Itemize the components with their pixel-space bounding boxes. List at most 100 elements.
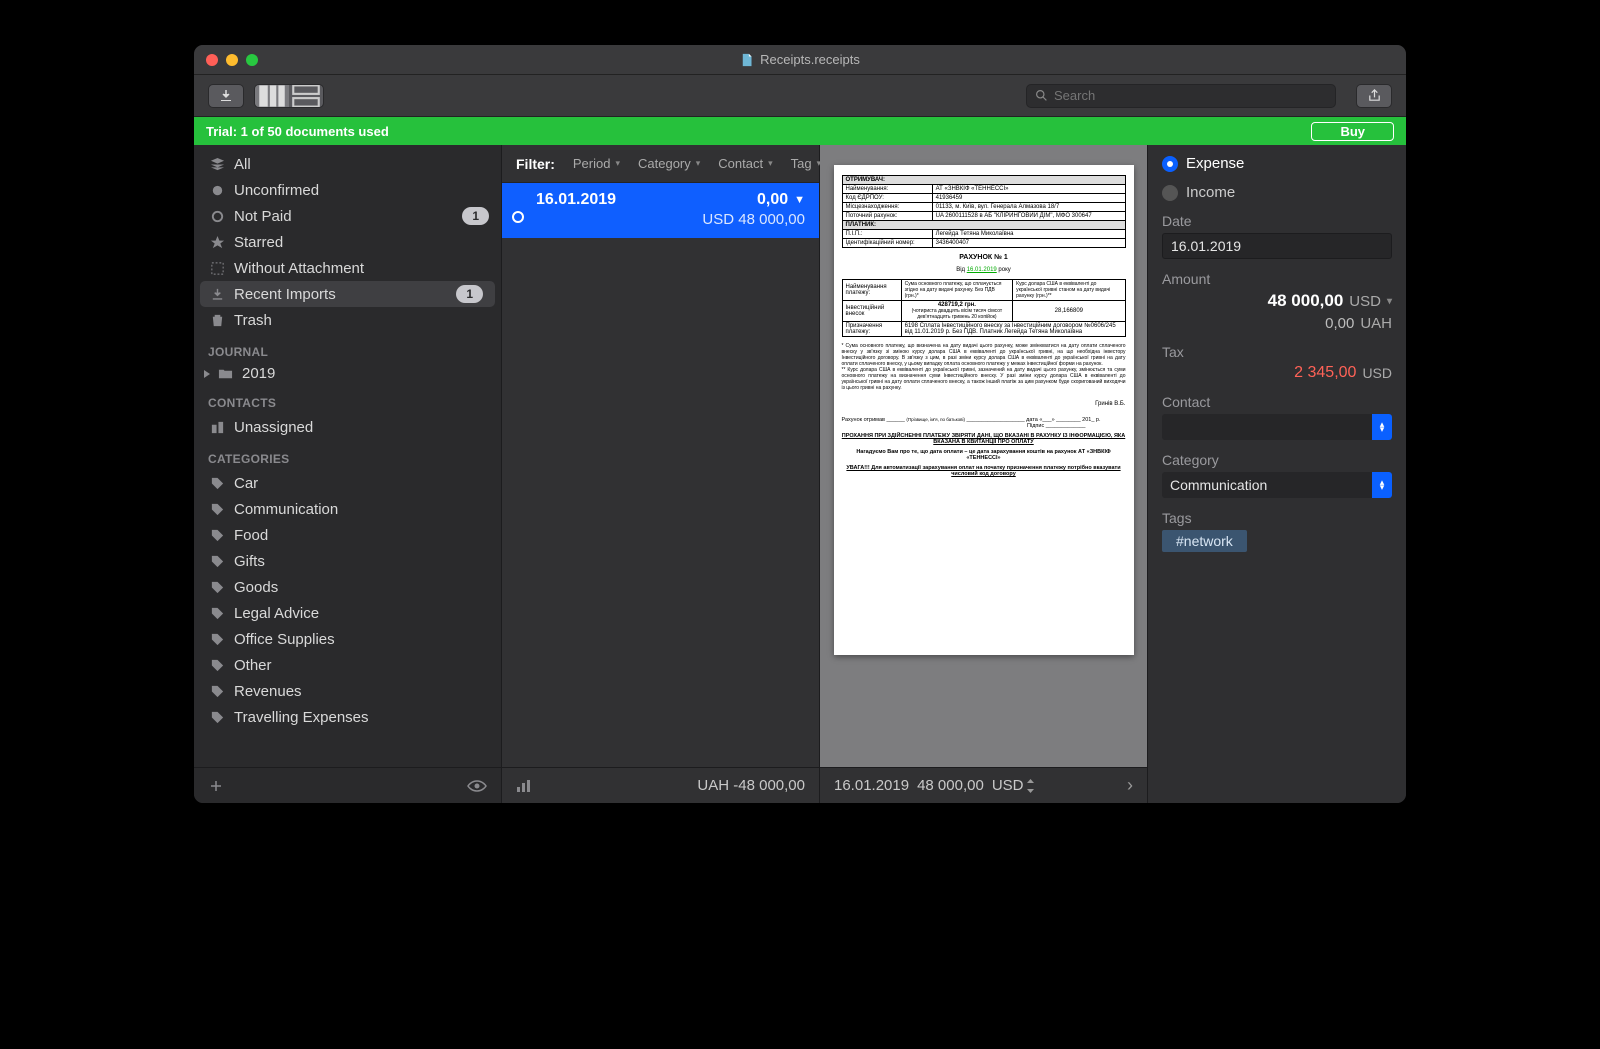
radio-checked-icon: [1162, 156, 1178, 172]
tags-label: Tags: [1162, 510, 1392, 526]
select-arrows-icon: ▴▾: [1372, 414, 1392, 440]
trial-banner: Trial: 1 of 50 documents used Buy: [194, 117, 1406, 145]
circle-dot-icon: [210, 183, 225, 198]
circle-o-icon: [210, 209, 225, 224]
folder-icon: [218, 366, 233, 381]
preview-date: 16.01.2019: [834, 777, 909, 794]
category-select[interactable]: Communication▴▾: [1162, 472, 1392, 498]
unconfirmed-indicator-icon: [512, 211, 524, 223]
tag-icon: [210, 554, 225, 569]
sidebar-category-office-supplies[interactable]: Office Supplies: [194, 626, 501, 652]
receipt-amount: 0,00: [757, 191, 788, 209]
tag-icon: [210, 632, 225, 647]
sidebar-category-communication[interactable]: Communication: [194, 496, 501, 522]
sidebar-category-travelling-expenses[interactable]: Travelling Expenses: [194, 704, 501, 730]
close-window-button[interactable]: [206, 54, 218, 66]
filter-tag[interactable]: Tag: [791, 156, 822, 171]
sidebar-category-revenues[interactable]: Revenues: [194, 678, 501, 704]
sidebar-item-starred[interactable]: Starred: [194, 229, 501, 255]
preview-column: ОТРИМУВАЧ: Найменування:АТ «ЗНВКІФ «ТЕНН…: [820, 145, 1148, 803]
type-expense-radio[interactable]: Expense: [1162, 155, 1392, 172]
search-icon: [1035, 89, 1048, 102]
sidebar-item-trash[interactable]: Trash: [194, 307, 501, 333]
date-field[interactable]: 16.01.2019: [1162, 233, 1392, 259]
radio-unchecked-icon: [1162, 185, 1178, 201]
sidebar-category-car[interactable]: Car: [194, 470, 501, 496]
amount-secondary[interactable]: 0,00UAH: [1162, 315, 1392, 332]
sidebar-footer: [194, 767, 501, 803]
category-label: Category: [1162, 452, 1392, 468]
sidebar-category-goods[interactable]: Goods: [194, 574, 501, 600]
filter-bar: Filter: Period Category Contact Tag Feat…: [502, 145, 819, 183]
import-button[interactable]: [208, 84, 244, 108]
receipt-row[interactable]: 16.01.2019 0,00▼ USD 48 000,00: [502, 183, 819, 238]
sidebar-category-other[interactable]: Other: [194, 652, 501, 678]
window-controls: [206, 54, 258, 66]
sidebar-section-journal: JOURNAL: [194, 333, 501, 363]
filter-category[interactable]: Category: [638, 156, 700, 171]
sidebar-category-legal-advice[interactable]: Legal Advice: [194, 600, 501, 626]
receipt-date: 16.01.2019: [536, 191, 757, 209]
sidebar-item-all[interactable]: All: [194, 151, 501, 177]
sidebar-section-contacts: CONTACTS: [194, 384, 501, 414]
chart-icon[interactable]: [516, 779, 534, 793]
tag-icon: [210, 658, 225, 673]
currency-picker[interactable]: USD: [992, 777, 1036, 794]
sidebar-category-food[interactable]: Food: [194, 522, 501, 548]
sidebar-item-without-attachment[interactable]: Without Attachment: [194, 255, 501, 281]
trial-text: Trial: 1 of 50 documents used: [206, 124, 389, 139]
view-columns-button[interactable]: [255, 85, 289, 107]
detail-panel: Expense Income Date 16.01.2019 Amount 48…: [1148, 145, 1406, 803]
titlebar: Receipts.receipts: [194, 45, 1406, 75]
list-footer: UAH -48 000,00: [502, 767, 819, 803]
preview-footer: 16.01.2019 48 000,00 USD ›: [820, 767, 1147, 803]
add-icon[interactable]: [208, 778, 224, 794]
type-income-radio[interactable]: Income: [1162, 184, 1392, 201]
sidebar-item-unassigned[interactable]: Unassigned: [194, 414, 501, 440]
search-field[interactable]: [1026, 84, 1336, 108]
sidebar: AllUnconfirmedNot Paid1StarredWithout At…: [194, 145, 502, 803]
updown-icon: [1026, 779, 1035, 793]
filter-contact[interactable]: Contact: [718, 156, 772, 171]
document-preview[interactable]: ОТРИМУВАЧ: Найменування:АТ «ЗНВКІФ «ТЕНН…: [834, 165, 1134, 655]
no-attach-icon: [210, 261, 225, 276]
building-icon: [210, 420, 225, 435]
window-title: Receipts.receipts: [760, 52, 860, 67]
contact-select[interactable]: ▴▾: [1162, 414, 1392, 440]
tag-icon: [210, 606, 225, 621]
select-arrows-icon: ▴▾: [1372, 472, 1392, 498]
sidebar-category-gifts[interactable]: Gifts: [194, 548, 501, 574]
date-label: Date: [1162, 213, 1392, 229]
sidebar-item-recent-imports[interactable]: Recent Imports1: [200, 281, 495, 307]
sidebar-item-not-paid[interactable]: Not Paid1: [194, 203, 501, 229]
eye-icon[interactable]: [467, 779, 487, 793]
minimize-window-button[interactable]: [226, 54, 238, 66]
star-icon: [210, 235, 225, 250]
journal-year-row[interactable]: 2019: [194, 363, 501, 384]
chevron-right-icon[interactable]: ›: [1127, 775, 1133, 796]
sidebar-section-categories: CATEGORIES: [194, 440, 501, 470]
tax-field[interactable]: 2 345,00USD: [1162, 364, 1392, 382]
filter-label: Filter:: [516, 156, 555, 172]
tag-icon: [210, 710, 225, 725]
tag-icon: [210, 684, 225, 699]
view-grid-button[interactable]: [289, 85, 323, 107]
tag-icon: [210, 528, 225, 543]
zoom-window-button[interactable]: [246, 54, 258, 66]
count-badge: 1: [456, 285, 483, 303]
share-button[interactable]: [1356, 84, 1392, 108]
search-input[interactable]: [1054, 88, 1327, 103]
sidebar-item-unconfirmed[interactable]: Unconfirmed: [194, 177, 501, 203]
chevron-down-icon: ▾: [1387, 296, 1392, 307]
count-badge: 1: [462, 207, 489, 225]
tag-icon: [210, 580, 225, 595]
amount-primary[interactable]: 48 000,00USD▾: [1162, 291, 1392, 311]
filter-period[interactable]: Period: [573, 156, 620, 171]
disclosure-triangle-icon: [202, 369, 212, 379]
list-total: UAH -48 000,00: [697, 777, 805, 794]
document-icon: [740, 53, 754, 67]
buy-button[interactable]: Buy: [1311, 122, 1394, 141]
contact-label: Contact: [1162, 394, 1392, 410]
tax-label: Tax: [1162, 344, 1392, 360]
tag-chip[interactable]: #network: [1162, 530, 1247, 552]
